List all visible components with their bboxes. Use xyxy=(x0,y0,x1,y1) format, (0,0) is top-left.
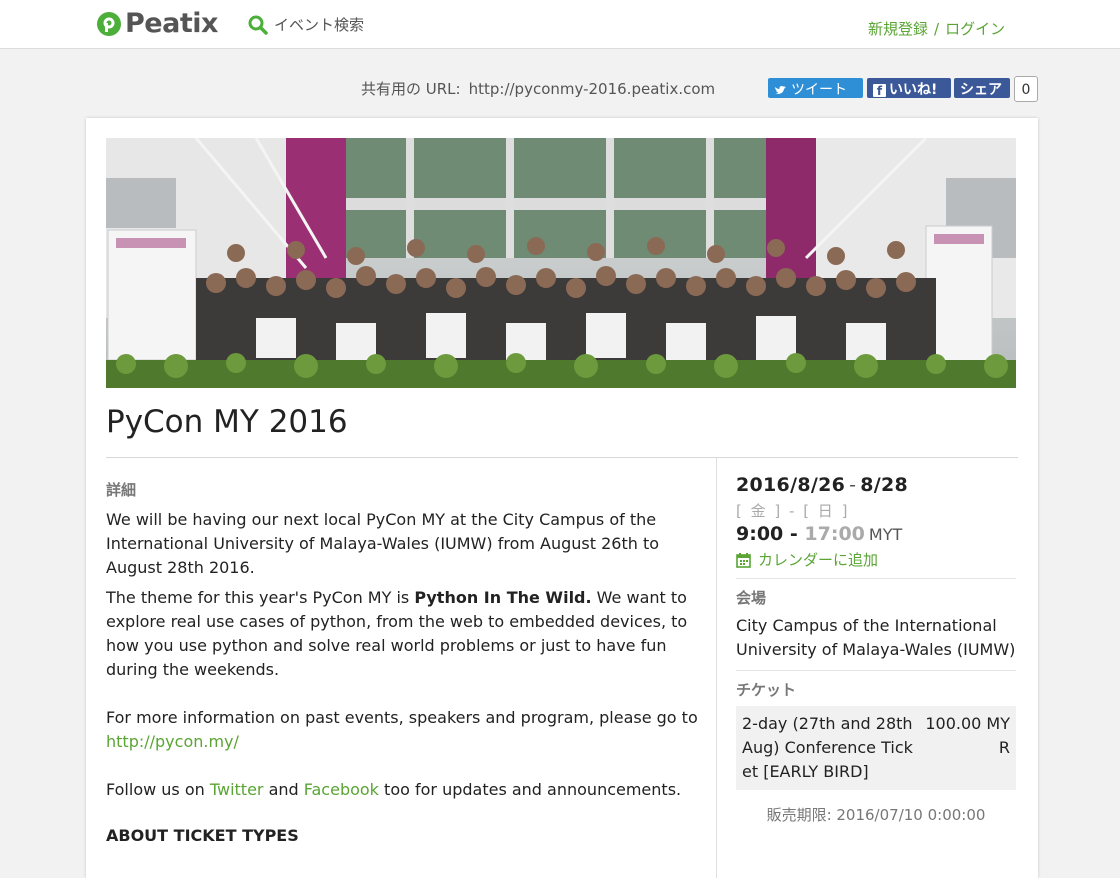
venue-heading: 会場 xyxy=(736,589,767,607)
weekdays: [ 金 ] - [ 日 ] xyxy=(736,502,850,520)
event-sidebar: 2016/8/26-8/28 [ 金 ] - [ 日 ] 9:00 - 17:0… xyxy=(736,474,1016,825)
title-divider xyxy=(106,457,1018,458)
end-time: 17:00 xyxy=(804,523,865,545)
end-date: 8/28 xyxy=(860,474,909,496)
tickets-heading: チケット xyxy=(736,681,797,699)
logo-text: Peatix xyxy=(125,8,218,39)
add-to-calendar-label: カレンダーに追加 xyxy=(758,551,879,569)
peatix-logo-icon xyxy=(97,11,121,36)
login-link[interactable]: ログイン xyxy=(945,20,1005,38)
event-card: PyCon MY 2016 詳細 We will be having our n… xyxy=(86,118,1038,878)
twitter-bird-icon xyxy=(775,85,786,94)
event-search-label: イベント検索 xyxy=(274,16,365,34)
description-p4-text: Follow us on xyxy=(106,780,210,799)
facebook-f-icon: f xyxy=(873,84,886,98)
ticket-name: 2-day (27th and 28th Aug) Conference Tic… xyxy=(742,714,913,781)
peatix-logo[interactable]: Peatix xyxy=(97,8,218,39)
details-heading: 詳細 xyxy=(106,481,137,499)
auth-links: 新規登録 / ログイン xyxy=(868,18,1005,39)
group-photo-illustration xyxy=(106,138,1016,388)
facebook-share-button[interactable]: シェア xyxy=(954,78,1010,98)
description-p4-rest: too for updates and announcements. xyxy=(378,780,682,799)
sale-deadline: 販売期限: 2016/07/10 0:00:00 xyxy=(766,806,986,824)
event-description: 詳細 We will be having our next local PyCo… xyxy=(106,478,701,848)
share-count: 0 xyxy=(1014,76,1038,102)
description-paragraph-4: Follow us on Twitter and Facebook too fo… xyxy=(106,778,701,802)
signup-link[interactable]: 新規登録 xyxy=(868,20,928,38)
ticket-price: 100.00 MYR xyxy=(925,714,1010,757)
venue-name: City Campus of the International Univers… xyxy=(736,616,1016,659)
start-time: 9:00 xyxy=(736,523,784,545)
event-date: 2016/8/26-8/28 xyxy=(736,474,1016,496)
share-url-label: 共有用の URL: xyxy=(361,80,461,98)
auth-separator: / xyxy=(934,20,940,38)
calendar-add-icon xyxy=(736,552,751,568)
event-title: PyCon MY 2016 xyxy=(106,404,348,440)
facebook-like-button[interactable]: f いいね! xyxy=(867,78,951,98)
event-search-link[interactable]: イベント検索 xyxy=(248,14,364,35)
pycon-my-link[interactable]: http://pycon.my/ xyxy=(106,732,239,751)
column-divider xyxy=(716,458,717,878)
share-label: シェア xyxy=(960,82,1002,98)
ticket-types-heading: ABOUT TICKET TYPES xyxy=(106,826,299,845)
time-separator: - xyxy=(789,523,798,545)
event-time: 9:00 - 17:00 MYT xyxy=(736,523,1016,545)
tweet-label: ツイート xyxy=(791,82,847,98)
share-url-value[interactable]: http://pyconmy-2016.peatix.com xyxy=(469,80,716,98)
description-p3-text: For more information on past events, spe… xyxy=(106,708,698,727)
start-date: 2016/8/26 xyxy=(736,474,846,496)
description-p2-text: The theme for this year's PyCon MY is xyxy=(106,588,415,607)
tweet-button[interactable]: ツイート xyxy=(768,78,863,98)
search-icon xyxy=(248,15,268,35)
ticket-item: 2-day (27th and 28th Aug) Conference Tic… xyxy=(736,706,1016,790)
like-label: いいね! xyxy=(889,82,938,98)
twitter-link[interactable]: Twitter xyxy=(210,780,264,799)
theme-name: Python In The Wild. xyxy=(414,588,592,607)
event-hero-photo xyxy=(106,138,1016,388)
date-separator: - xyxy=(849,474,857,496)
top-navigation-bar: Peatix イベント検索 新規登録 / ログイン xyxy=(0,0,1120,49)
add-to-calendar-link[interactable]: カレンダーに追加 xyxy=(736,549,1016,570)
description-paragraph-3: For more information on past events, spe… xyxy=(106,706,701,754)
timezone: MYT xyxy=(868,525,903,544)
description-p4-mid: and xyxy=(263,780,304,799)
description-paragraph-1: We will be having our next local PyCon M… xyxy=(106,510,660,577)
share-url: 共有用の URL: http://pyconmy-2016.peatix.com xyxy=(361,77,715,101)
facebook-link[interactable]: Facebook xyxy=(304,780,379,799)
description-paragraph-2: The theme for this year's PyCon MY is Py… xyxy=(106,586,701,682)
